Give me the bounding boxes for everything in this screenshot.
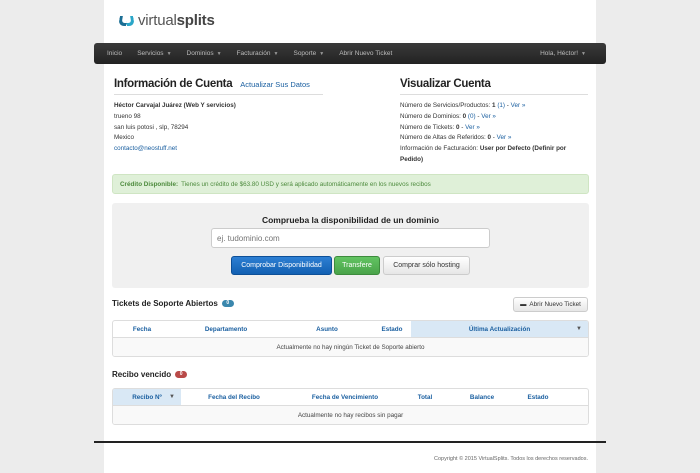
update-details-link[interactable]: Actualizar Sus Datos (240, 80, 310, 89)
col-fecha-vencimiento[interactable]: Fecha de Vencimiento (287, 389, 403, 405)
invoices-empty-row: Actualmente no hay recibos sin pagar (113, 406, 588, 424)
caret-down-icon: ▼ (581, 50, 586, 57)
account-address: Héctor Carvajal Juárez (Web Y servicios)… (114, 101, 236, 155)
tickets-table: Fecha Departamento Asunto Estado Última … (112, 320, 589, 357)
buy-hosting-button[interactable]: Comprar sólo hosting (383, 256, 470, 275)
address-line-1: trueno 98 (114, 112, 141, 120)
domain-check-panel: Comprueba la disponibilidad de un domini… (112, 203, 589, 288)
sort-down-icon: ▼ (169, 394, 175, 400)
account-summary-title: Visualizar Cuenta (400, 78, 491, 90)
referrals-view-link[interactable]: Ver » (497, 134, 512, 141)
col-balance[interactable]: Balance (447, 389, 517, 405)
copyright-text: Copyright © 2015 VirtualSplits. Todos lo… (434, 456, 588, 462)
tickets-empty-row: Actualmente no hay ningún Ticket de Sopo… (113, 338, 588, 356)
nav-dominios[interactable]: Dominios ▼ (187, 50, 222, 57)
account-info-title: Información de Cuenta (114, 78, 233, 90)
brand-name-bold: splits (176, 12, 215, 29)
address-country: Mexico (114, 134, 134, 142)
caret-down-icon: ▼ (166, 50, 172, 57)
main-navbar: Inicio Servicios ▼ Dominios ▼ Facturación ▼… (94, 43, 606, 64)
domain-search-input[interactable] (211, 228, 490, 248)
caret-down-icon: ▼ (273, 50, 279, 57)
col-departamento[interactable]: Departamento (171, 321, 281, 337)
table-header: Recibo Nº ▼ Fecha del Recibo Fecha de Ve… (113, 389, 588, 406)
address-line-2: san luis potosi , slp, 78294 (114, 123, 189, 131)
account-stats: Número de Servicios/Productos: 1 (1) - V… (400, 101, 590, 166)
invoices-section-title: Recibo vencido 0 (112, 370, 188, 379)
col-recibo[interactable]: Recibo Nº ▼ (113, 389, 181, 405)
stat-billing: Información de Facturación: User por Def… (400, 145, 567, 163)
table-header: Fecha Departamento Asunto Estado Última … (113, 321, 588, 338)
products-view-link[interactable]: Ver » (511, 102, 526, 109)
nav-facturacion[interactable]: Facturación ▼ (237, 50, 279, 57)
tickets-section-title: Tickets de Soporte Abiertos 0 (112, 299, 234, 308)
credit-alert: Crédito Disponible: Tienes un crédito de… (112, 174, 589, 194)
comment-icon: ▬ (520, 301, 527, 308)
col-ultima-actualizacion[interactable]: Última Actualización ▼ (411, 321, 588, 337)
products-active-link[interactable]: (1) (497, 102, 505, 109)
transfer-button[interactable]: Transfere (334, 256, 380, 275)
col-fecha-recibo[interactable]: Fecha del Recibo (181, 389, 287, 405)
caret-down-icon: ▼ (216, 50, 222, 57)
credit-label: Crédito Disponible: (120, 180, 179, 188)
divider (400, 94, 588, 95)
col-estado[interactable]: Estado (373, 321, 411, 337)
tickets-view-link[interactable]: Ver » (465, 124, 480, 131)
stat-referrals: Número de Altas de Referidos: 0 - Ver » (400, 134, 512, 142)
col-asunto[interactable]: Asunto (281, 321, 373, 337)
open-new-ticket-button[interactable]: ▬ Abrir Nuevo Ticket (513, 297, 588, 312)
check-availability-button[interactable]: Comprobar Disponibilidad (231, 256, 332, 275)
divider (114, 94, 323, 95)
invoices-table: Recibo Nº ▼ Fecha del Recibo Fecha de Ve… (112, 388, 589, 425)
credit-text: Tienes un crédito de $63.80 USD y será a… (181, 180, 431, 188)
nav-soporte[interactable]: Soporte ▼ (293, 50, 324, 57)
col-estado[interactable]: Estado (517, 389, 559, 405)
domains-view-link[interactable]: Ver » (481, 113, 496, 120)
col-fecha[interactable]: Fecha (113, 321, 171, 337)
account-name: Héctor Carvajal Juárez (Web Y servicios) (114, 102, 236, 109)
tickets-count-badge: 0 (221, 300, 234, 307)
footer-divider (94, 441, 606, 443)
account-email-link[interactable]: contacto@neostuff.net (114, 144, 236, 155)
nav-abrir-ticket[interactable]: Abrir Nuevo Ticket (339, 50, 392, 57)
nav-servicios[interactable]: Servicios ▼ (137, 50, 171, 57)
user-menu[interactable]: Hola, Héctor! ▼ (540, 43, 586, 64)
stat-tickets: Número de Tickets: 0 - Ver » (400, 123, 480, 131)
stat-domains: Número de Dominios: 0 (0) - Ver » (400, 112, 496, 120)
domain-check-title: Comprueba la disponibilidad de un domini… (261, 215, 440, 225)
caret-down-icon: ▼ (319, 50, 325, 57)
stat-products: Número de Servicios/Productos: 1 (1) - V… (400, 102, 526, 109)
nav-inicio[interactable]: Inicio (107, 50, 122, 57)
logo-icon (118, 15, 135, 27)
brand-logo[interactable]: virtualsplits (118, 12, 215, 29)
domains-active-link[interactable]: (0) (468, 113, 476, 120)
sort-down-icon: ▼ (576, 326, 582, 332)
invoices-count-badge: 0 (175, 371, 188, 378)
brand-name-light: virtual (138, 12, 177, 29)
col-total[interactable]: Total (403, 389, 447, 405)
